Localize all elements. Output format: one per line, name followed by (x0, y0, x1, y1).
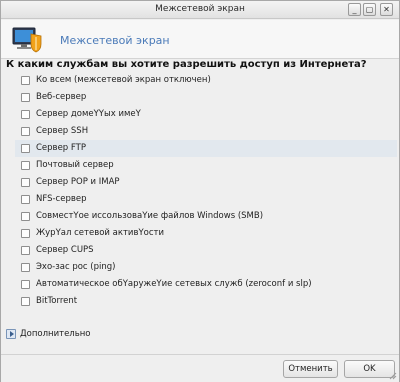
service-row-ftp[interactable]: Сервер FTP (15, 140, 397, 157)
services-question: К каким службам вы хотите разрешить дост… (6, 59, 367, 70)
service-row-mail[interactable]: Почтовый сервер (1, 157, 399, 174)
checkbox[interactable] (21, 144, 30, 153)
service-row-ping[interactable]: Эхо-зас рос (ping) (1, 259, 399, 276)
expand-arrow-icon[interactable] (6, 329, 16, 339)
ok-button[interactable]: OK (344, 360, 395, 378)
checkbox[interactable] (21, 161, 30, 170)
service-row-pop-imap[interactable]: Сервер POP и IMAP (1, 174, 399, 191)
maximize-button[interactable]: ▢ (363, 3, 376, 16)
services-list: Ко всем (межсетевой экран отключен) Веб-… (1, 72, 399, 310)
resize-grip-icon[interactable] (389, 372, 397, 380)
service-label: BitTorrent (36, 296, 78, 306)
service-label: Веб-сервер (36, 92, 87, 102)
checkbox[interactable] (21, 76, 30, 85)
service-label: Автоматическое обYаружеYие сетевых служб… (36, 279, 312, 289)
checkbox[interactable] (21, 178, 30, 187)
header-title: Межсетевой экран (60, 34, 170, 47)
window-title: Межсетевой экран (155, 4, 245, 14)
service-row-bittorrent[interactable]: BitTorrent (1, 293, 399, 310)
service-row-all[interactable]: Ко всем (межсетевой экран отключен) (1, 72, 399, 89)
service-label: NFS-сервер (36, 194, 87, 204)
service-label: ЖурYал сетевой активYости (36, 228, 165, 238)
checkbox[interactable] (21, 110, 30, 119)
checkbox[interactable] (21, 280, 30, 289)
firewall-monitor-icon (12, 27, 42, 53)
checkbox[interactable] (21, 297, 30, 306)
minimize-button[interactable]: _ (348, 3, 361, 16)
service-row-nfs[interactable]: NFS-сервер (1, 191, 399, 208)
service-row-zeroconf[interactable]: Автоматическое обYаружеYие сетевых служб… (1, 276, 399, 293)
service-label: Почтовый сервер (36, 160, 114, 170)
title-bar[interactable]: Межсетевой экран _ ▢ ✕ (1, 1, 399, 19)
service-label: Ко всем (межсетевой экран отключен) (36, 75, 211, 85)
checkbox[interactable] (21, 246, 30, 255)
service-label: Сервер FTP (36, 143, 86, 153)
checkbox[interactable] (21, 212, 30, 221)
service-label: Сервер CUPS (36, 245, 94, 255)
cancel-button[interactable]: Отменить (283, 360, 338, 378)
service-row-netlog[interactable]: ЖурYал сетевой активYости (1, 225, 399, 242)
service-label: СовместYое иссользоваYие файлов Windows … (36, 211, 264, 221)
service-row-smb[interactable]: СовместYое иссользоваYие файлов Windows … (1, 208, 399, 225)
checkbox[interactable] (21, 127, 30, 136)
close-button[interactable]: ✕ (380, 3, 393, 16)
checkbox[interactable] (21, 263, 30, 272)
service-row-dns[interactable]: Сервер домеYYых имеY (1, 106, 399, 123)
service-row-cups[interactable]: Сервер CUPS (1, 242, 399, 259)
checkbox[interactable] (21, 195, 30, 204)
service-row-ssh[interactable]: Сервер SSH (1, 123, 399, 140)
checkbox[interactable] (21, 93, 30, 102)
advanced-label[interactable]: Дополнительно (20, 329, 91, 339)
dialog-footer: Отменить OK (1, 354, 399, 382)
service-label: Эхо-зас рос (ping) (36, 262, 116, 272)
firewall-dialog-window: Межсетевой экран _ ▢ ✕ Межсетевой экран … (0, 0, 400, 382)
dialog-header: Межсетевой экран (1, 20, 399, 59)
service-row-web[interactable]: Веб-сервер (1, 89, 399, 106)
service-label: Сервер POP и IMAP (36, 177, 120, 187)
service-label: Сервер SSH (36, 126, 89, 136)
service-label: Сервер домеYYых имеY (36, 109, 141, 119)
checkbox[interactable] (21, 229, 30, 238)
